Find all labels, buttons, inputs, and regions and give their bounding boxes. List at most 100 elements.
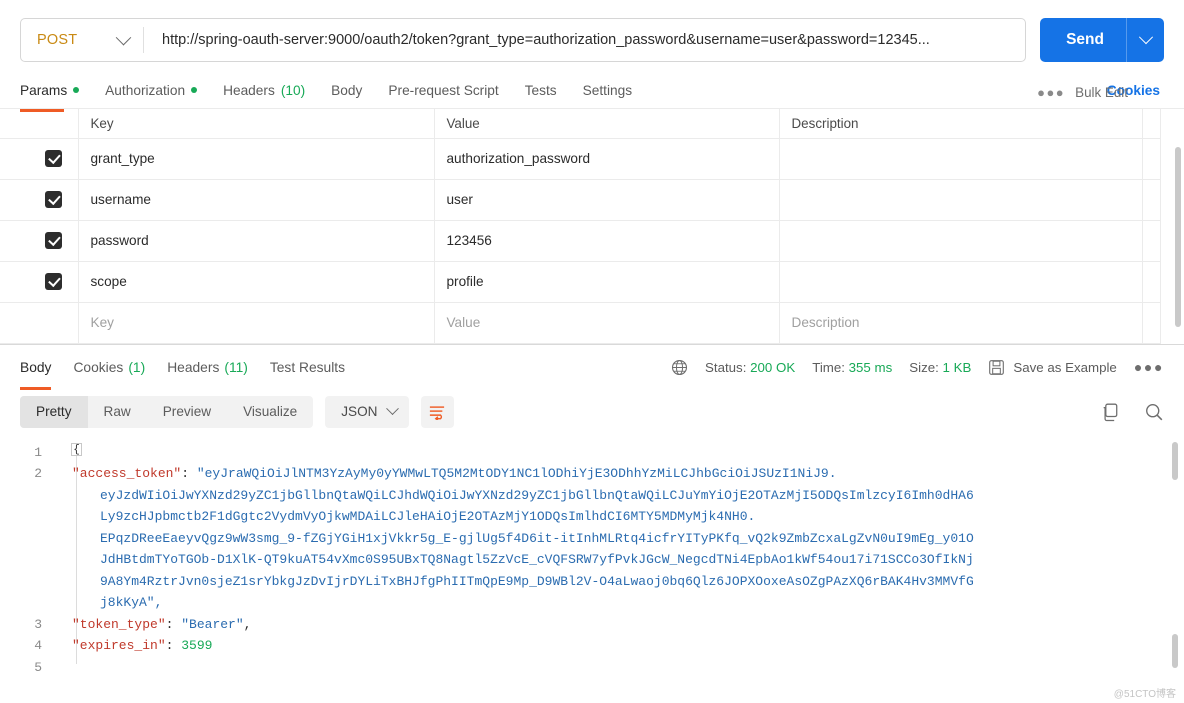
format-tab-preview[interactable]: Preview [147,396,227,428]
url-input[interactable] [144,19,1026,61]
checkbox-checked-icon[interactable] [45,191,62,208]
table-row[interactable]: username user [0,179,1161,221]
status-badge: Status: 200 OK [705,360,795,375]
send-group: Send [1040,18,1164,62]
table-row[interactable]: scope profile [0,261,1161,303]
response-action-icons [1100,402,1164,422]
http-method-dropdown[interactable]: POST [21,19,143,61]
checkbox-checked-icon[interactable] [45,150,62,167]
response-header: Body Cookies (1) Headers (11) Test Resul… [0,345,1184,390]
tab-headers[interactable]: Headers (10) [223,72,305,108]
code-content: JdHBtdmTYoTGOb-D1XlK-QT9kuAT54vXmc0S95UB… [58,549,1184,571]
save-as-example-button[interactable]: Save as Example [988,359,1117,376]
row-gap [1141,179,1161,221]
table-row[interactable]: password 123456 [0,220,1161,262]
tab-settings-label: Settings [582,82,633,98]
code-line-wrapped: eyJzdWIiOiJwYXNzd29yZC1jbGllbnQtaWQiLCJh… [0,485,1184,507]
row-description[interactable] [778,220,1143,262]
tab-body[interactable]: Body [331,72,362,108]
content-type-dropdown[interactable]: JSON [325,395,409,428]
send-button[interactable]: Send [1040,18,1126,62]
chevron-down-icon [115,29,132,45]
checkbox-checked-icon[interactable] [45,273,62,290]
params-table-container: Key Value Description grant_type authori… [0,85,1184,344]
header-checkbox-col [0,109,79,139]
size-value: 1 KB [942,359,972,375]
method-url-group: POST [20,18,1027,62]
send-options-dropdown[interactable] [1126,18,1164,62]
code-scrollbar-thumb-bottom[interactable] [1172,633,1178,668]
row-value[interactable]: profile [433,261,780,303]
more-options-icon[interactable]: ●●● [1037,85,1065,100]
json-string: "Bearer" [181,616,244,632]
row-gap [1141,261,1161,303]
response-body-code[interactable]: { 1 2 "access_token": "eyJraWQiOiJlNTM3Y… [0,434,1184,674]
code-content: "expires_in": 3599 [58,635,1184,657]
tab-pre-request-script[interactable]: Pre-request Script [388,72,498,108]
row-key[interactable]: password [77,220,435,262]
response-tab-cookies[interactable]: Cookies (1) [73,345,145,390]
code-scrollbar-thumb-top[interactable] [1172,441,1178,480]
tab-settings[interactable]: Settings [583,72,632,108]
code-line-wrapped: Ly9zcHJpbmctb2F1dGgtc2VydmVyOjkwMDAiLCJl… [0,506,1184,528]
row-key[interactable]: grant_type [77,138,435,180]
table-row[interactable]: grant_type authorization_password [0,138,1161,180]
json-punct: : [181,466,197,481]
row-value[interactable]: authorization_password [433,138,780,180]
row-checkbox-cell [0,261,79,303]
row-gap [1141,302,1161,344]
response-tab-test-results[interactable]: Test Results [270,345,345,390]
new-row-value-input[interactable]: Value [433,302,780,344]
code-line-wrapped: 9A8Ym4RztrJvn0sjeZ1srYbkgJzDvIjrDYLiTxBH… [0,571,1184,593]
code-content: EPqzDReeEaeyvQgz9wW3smg_9-fZGjYGiH1xjVkk… [58,528,1184,550]
json-string-wrap: eyJzdWIiOiJwYXNzd29yZC1jbGllbnQtaWQiLCJh… [100,487,974,503]
new-row-key-input[interactable]: Key [77,302,435,344]
format-tab-visualize[interactable]: Visualize [227,396,313,428]
tab-body-label: Body [331,82,363,98]
code-content: "token_type": "Bearer", [58,614,1184,636]
json-key: "expires_in" [72,638,166,653]
format-tab-pretty[interactable]: Pretty [20,395,88,428]
url-bar-row: POST Send [0,0,1184,64]
code-line: 4 "expires_in": 3599 [0,635,1184,657]
params-scrollbar-thumb[interactable] [1175,147,1181,327]
format-segmented-control: Pretty Raw Preview Visualize [20,395,314,428]
globe-icon[interactable] [671,359,688,376]
row-value[interactable]: user [433,179,780,221]
tab-authorization[interactable]: Authorization [105,72,198,108]
response-tab-headers-label: Headers [167,359,220,375]
response-more-options-icon[interactable]: ●●● [1134,359,1164,375]
copy-icon[interactable] [1100,402,1120,422]
row-description[interactable] [778,138,1143,180]
format-tab-raw[interactable]: Raw [88,396,147,428]
row-description[interactable] [778,179,1143,221]
row-value[interactable]: 123456 [433,220,780,262]
status-value: 200 OK [750,359,796,375]
search-icon[interactable] [1144,402,1164,422]
line-number: 3 [34,616,42,632]
table-row-empty[interactable]: Key Value Description [0,302,1161,344]
response-tab-body[interactable]: Body [20,345,52,390]
bulk-edit-label[interactable]: Bulk Edit [1075,85,1128,100]
http-method-label: POST [37,32,78,48]
tab-tests[interactable]: Tests [525,72,557,108]
line-number-blank [0,506,58,528]
tab-params[interactable]: Params [20,72,80,108]
json-string-wrap: EPqzDReeEaeyvQgz9wW3smg_9-fZGjYGiH1xjVkk… [100,530,974,546]
row-description[interactable] [778,261,1143,303]
status-dot-icon [73,87,80,93]
checkbox-checked-icon[interactable] [45,232,62,249]
new-row-description-input[interactable]: Description [778,302,1143,344]
tab-authorization-label: Authorization [105,82,186,98]
wrap-lines-button[interactable] [420,395,454,428]
chevron-down-icon [385,402,399,416]
tab-headers-count: (10) [280,82,306,98]
size-label: Size: [909,359,939,375]
row-key[interactable]: scope [77,261,435,303]
row-key[interactable]: username [77,179,435,221]
row-checkbox-cell [0,302,79,344]
code-content [58,657,1184,674]
json-string-wrap: Ly9zcHJpbmctb2F1dGgtc2VydmVyOjkwMDAiLCJl… [100,509,756,524]
bulk-edit-group: ●●● Bulk Edit [968,85,1138,100]
response-tab-headers[interactable]: Headers (11) [167,345,248,390]
